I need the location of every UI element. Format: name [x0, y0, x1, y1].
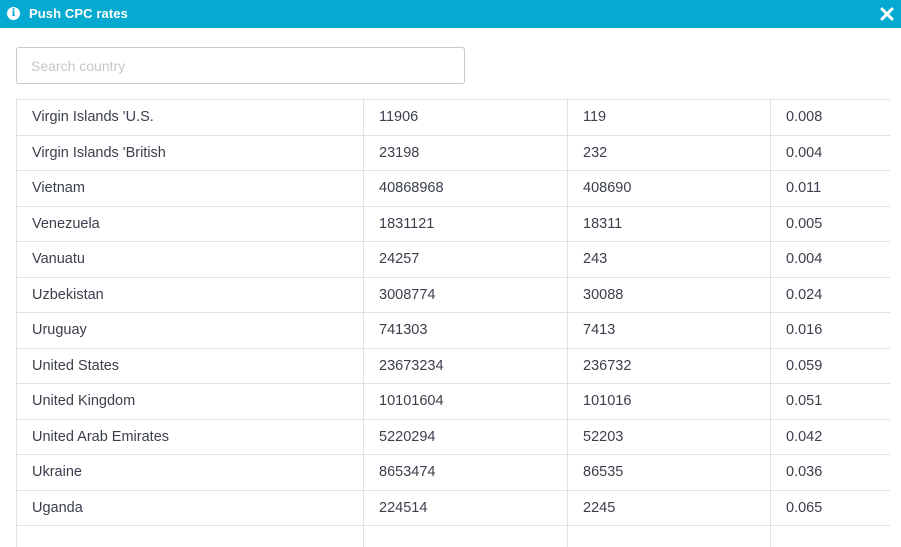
table-row: Virgin Islands 'British 23198 232 0.004 [16, 134, 890, 171]
value-cell: 119 [567, 99, 771, 136]
rate-cell: 0.059 [770, 347, 890, 384]
table-row: Ukraine 8653474 86535 0.036 [16, 454, 890, 491]
country-cell: Uruguay [16, 312, 364, 349]
value-cell: 18311 [567, 205, 771, 242]
value-cell [567, 525, 771, 547]
country-cell: Vietnam [16, 170, 364, 207]
value-cell: 2245 [567, 489, 771, 526]
value-cell: 8653474 [363, 454, 568, 491]
table-row: United Kingdom 10101604 101016 0.051 [16, 383, 890, 420]
table-row: Venezuela 1831121 18311 0.005 [16, 205, 890, 242]
value-cell: 3008774 [363, 276, 568, 313]
value-cell: 5220294 [363, 418, 568, 455]
rate-cell: 0.005 [770, 205, 890, 242]
table-row: United States 23673234 236732 0.059 [16, 347, 890, 384]
value-cell: 101016 [567, 383, 771, 420]
country-cell: United States [16, 347, 364, 384]
info-icon: i [7, 7, 20, 20]
rate-cell: 0.004 [770, 241, 890, 278]
rate-cell [770, 525, 890, 547]
value-cell: 11906 [363, 99, 568, 136]
rate-cell: 0.016 [770, 312, 890, 349]
value-cell: 243 [567, 241, 771, 278]
dialog-title: Push CPC rates [29, 6, 128, 21]
country-cell: United Arab Emirates [16, 418, 364, 455]
rate-cell: 0.065 [770, 489, 890, 526]
close-button[interactable] [877, 4, 897, 24]
country-cell: Uzbekistan [16, 276, 364, 313]
rates-table-container: Virgin Islands 'U.S. 11906 119 0.008 Virgin … [16, 99, 890, 547]
value-cell: 232 [567, 134, 771, 171]
rate-cell: 0.036 [770, 454, 890, 491]
country-cell: Virgin Islands 'British [16, 134, 364, 171]
close-icon [880, 7, 894, 21]
table-row: Uruguay 741303 7413 0.016 [16, 312, 890, 349]
value-cell: 30088 [567, 276, 771, 313]
country-cell: United Kingdom [16, 383, 364, 420]
country-cell: Ukraine [16, 454, 364, 491]
value-cell: 10101604 [363, 383, 568, 420]
rate-cell: 0.004 [770, 134, 890, 171]
value-cell: 741303 [363, 312, 568, 349]
country-cell [16, 525, 364, 547]
value-cell: 1831121 [363, 205, 568, 242]
table-row: Uzbekistan 3008774 30088 0.024 [16, 276, 890, 313]
table-row: Virgin Islands 'U.S. 11906 119 0.008 [16, 99, 890, 136]
rate-cell: 0.051 [770, 383, 890, 420]
rate-cell: 0.008 [770, 99, 890, 136]
country-cell: Virgin Islands 'U.S. [16, 99, 364, 136]
value-cell: 236732 [567, 347, 771, 384]
value-cell: 23198 [363, 134, 568, 171]
search-country-input[interactable] [16, 47, 465, 84]
value-cell: 23673234 [363, 347, 568, 384]
rate-cell: 0.024 [770, 276, 890, 313]
rate-cell: 0.042 [770, 418, 890, 455]
value-cell [363, 525, 568, 547]
value-cell: 224514 [363, 489, 568, 526]
country-cell: Vanuatu [16, 241, 364, 278]
table-row: Uganda 224514 2245 0.065 [16, 489, 890, 526]
table-row: Vanuatu 24257 243 0.004 [16, 241, 890, 278]
table-row: United Arab Emirates 5220294 52203 0.042 [16, 418, 890, 455]
value-cell: 52203 [567, 418, 771, 455]
value-cell: 7413 [567, 312, 771, 349]
rates-table: Virgin Islands 'U.S. 11906 119 0.008 Virgin … [16, 99, 890, 547]
dialog-titlebar: i Push CPC rates [0, 0, 901, 28]
country-cell: Venezuela [16, 205, 364, 242]
value-cell: 40868968 [363, 170, 568, 207]
value-cell: 24257 [363, 241, 568, 278]
rate-cell: 0.011 [770, 170, 890, 207]
table-row: Vietnam 40868968 408690 0.011 [16, 170, 890, 207]
value-cell: 86535 [567, 454, 771, 491]
country-cell: Uganda [16, 489, 364, 526]
table-row [16, 525, 890, 547]
value-cell: 408690 [567, 170, 771, 207]
push-cpc-rates-dialog: i Push CPC rates Virgin Islands 'U.S.119… [0, 0, 901, 547]
